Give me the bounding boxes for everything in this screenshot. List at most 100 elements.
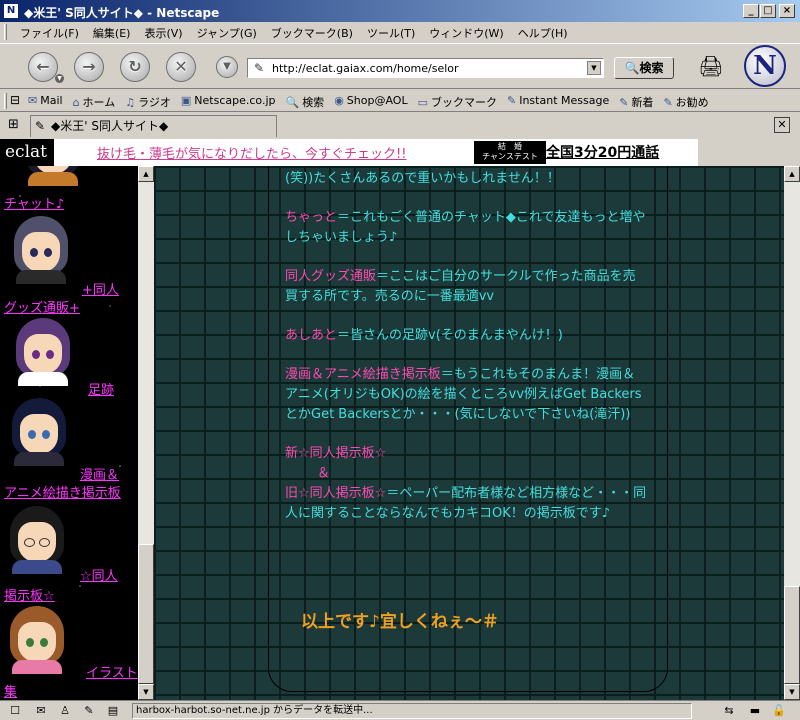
avatar-doujin-goods xyxy=(10,216,72,284)
menu-view[interactable]: 表示(V) xyxy=(144,25,182,41)
bookmark-instant-message[interactable]: ✎ Instant Message xyxy=(507,94,609,110)
bookmark-new[interactable]: ✎ 新着 xyxy=(619,94,653,110)
desc-footprints-title[interactable]: あしあと xyxy=(285,328,337,343)
avatar-doujin-board xyxy=(6,506,68,574)
desc-goods-title[interactable]: 同人グッズ通販 xyxy=(285,269,376,284)
netscape-app-icon[interactable]: N xyxy=(3,3,19,19)
desc-footprints: あしあと＝皆さんの足跡v(そのまんまやんけ！) xyxy=(285,326,647,346)
desc-new-board-title[interactable]: 新☆同人掲示板☆ xyxy=(285,446,386,461)
scroll-down-button[interactable]: ▼ xyxy=(138,684,154,700)
toolbar-grip[interactable] xyxy=(4,93,7,109)
left-link-board-2[interactable]: 掲示板☆ xyxy=(4,585,55,604)
lock-icon[interactable]: 🔓 xyxy=(770,704,788,718)
back-history-dropdown[interactable]: ▼ xyxy=(55,74,64,83)
magnifier-icon: 🔍 xyxy=(624,61,640,75)
sidebar-toggle-icon[interactable]: ⊟ xyxy=(10,93,20,107)
content-box: (笑))たくさんあるので重いかもしれません！！ ちゃっと＝これもごく普通のチャッ… xyxy=(268,166,668,692)
left-link-illust-1[interactable]: イラスト xyxy=(86,662,138,681)
desc-manga-title[interactable]: 漫画＆アニメ絵描き掲示板 xyxy=(285,367,441,382)
close-button[interactable]: × xyxy=(779,4,795,18)
toolbar-grip[interactable] xyxy=(4,24,7,40)
ad-link[interactable]: 抜け毛・薄毛が気になりだしたら、今すぐチェック!! xyxy=(97,143,406,162)
left-link-footprints[interactable]: 足跡 xyxy=(88,379,114,398)
tab-label: ◆米王' S同人サイト◆ xyxy=(51,119,169,133)
new-tab-icon[interactable]: ⊞ xyxy=(8,117,19,132)
bookmark-netscape[interactable]: ▣ Netscape.co.jp xyxy=(181,94,276,110)
online-status-icon[interactable]: ▬ xyxy=(746,704,764,718)
avatar-illust xyxy=(6,606,68,674)
menu-file[interactable]: ファイル(F) xyxy=(20,25,79,41)
scroll-up-button[interactable]: ▲ xyxy=(138,166,154,182)
desc-chat-body: ＝これもごく普通のチャット◆これで友達もっと増やしちゃいましょう♪ xyxy=(285,210,646,245)
menu-bookmarks[interactable]: ブックマーク(B) xyxy=(271,25,353,41)
menu-window[interactable]: ウィンドウ(W) xyxy=(429,25,503,41)
menu-edit[interactable]: 編集(E) xyxy=(93,25,131,41)
scroll-up-button[interactable]: ▲ xyxy=(784,166,800,182)
scroll-down-button[interactable]: ▼ xyxy=(784,684,800,700)
page-icon: ✎ xyxy=(35,119,46,133)
scroll-thumb[interactable] xyxy=(138,544,154,684)
tel-ad-link[interactable]: 全国3分20円通話 xyxy=(546,142,659,162)
left-link-chat[interactable]: チャット♪ xyxy=(4,193,64,212)
bookmark-mail[interactable]: ✉ Mail xyxy=(28,94,63,110)
reload-button[interactable]: ↻ xyxy=(120,52,150,82)
bookmark-recommend[interactable]: ✎ お勧め xyxy=(663,94,708,110)
security-icon[interactable]: ☐ xyxy=(6,704,24,718)
scroll-thumb[interactable] xyxy=(784,586,800,684)
main-frame-scrollbar[interactable]: ▲ ▼ xyxy=(784,166,800,700)
maximize-button[interactable]: □ xyxy=(760,4,776,18)
print-icon[interactable]: 🖨 xyxy=(697,54,725,78)
left-link-manga-2[interactable]: アニメ絵描き掲示板 xyxy=(4,482,121,501)
left-nav-frame: チャット♪ +同人 グッズ通販+ 足跡 漫画＆ アニメ絵描き掲示板 ☆同人 掲示… xyxy=(0,166,154,700)
bookmark-search[interactable]: 🔍 検索 xyxy=(285,94,324,110)
eclat-logo[interactable]: eclat xyxy=(0,139,54,166)
netscape-logo[interactable]: N xyxy=(744,45,786,87)
menu-help[interactable]: ヘルプ(H) xyxy=(518,25,568,41)
url-bar[interactable]: ✎ http://eclat.gaiax.com/home/selor ▼ xyxy=(247,58,604,78)
close-tab-button[interactable]: ✕ xyxy=(774,117,790,133)
mail-icon[interactable]: ✉ xyxy=(32,704,50,718)
desc-old-board-title[interactable]: 旧☆同人掲示板☆ xyxy=(285,486,386,501)
url-dropdown-button[interactable]: ▼ xyxy=(587,61,601,75)
left-link-manga-1[interactable]: 漫画＆ xyxy=(80,464,119,483)
tab-current[interactable]: ✎ ◆米王' S同人サイト◆ xyxy=(30,115,277,137)
left-link-goods-1[interactable]: +同人 xyxy=(82,279,119,298)
left-link-illust-2[interactable]: 集 xyxy=(4,681,17,700)
desc-chat: ちゃっと＝これもごく普通のチャット◆これで友達もっと増やしちゃいましょう♪ xyxy=(285,208,647,248)
bookmark-folder[interactable]: ▭ ブックマーク xyxy=(418,94,497,110)
main-content-frame: (笑))たくさんあるので重いかもしれません！！ ちゃっと＝これもごく普通のチャッ… xyxy=(154,166,784,700)
composer-icon[interactable]: ✎ xyxy=(80,704,98,718)
desc-manga-board: 漫画＆アニメ絵描き掲示板＝もうこれもそのまんま！漫画＆アニメ(オリジもOK)の絵… xyxy=(285,365,647,425)
minimize-button[interactable]: _ xyxy=(743,4,759,18)
page-icon: ✎ xyxy=(254,61,265,75)
bookmark-radio[interactable]: ♫ ラジオ xyxy=(125,94,171,110)
menu-bar: ファイル(F) 編集(E) 表示(V) ジャンプ(G) ブックマーク(B) ツー… xyxy=(0,22,800,42)
marriage-test-badge[interactable]: 結 婚 チャンステスト xyxy=(474,141,546,164)
stop-button[interactable]: ✕ xyxy=(166,52,196,82)
desc-footprints-body: ＝皆さんの足跡v(そのまんまやんけ！) xyxy=(337,328,563,343)
aol-icon: ◉ xyxy=(334,94,344,107)
left-frame-scrollbar[interactable]: ▲ ▼ xyxy=(138,166,154,700)
address-book-icon[interactable]: ▤ xyxy=(104,704,122,718)
forward-button[interactable]: → xyxy=(74,52,104,82)
menu-tools[interactable]: ツール(T) xyxy=(367,25,415,41)
back-button[interactable]: ← xyxy=(28,52,58,82)
title-bar: N ◆米王' S同人サイト◆ - Netscape _ □ × xyxy=(0,0,800,22)
left-link-board-1[interactable]: ☆同人 xyxy=(80,565,118,584)
home-icon: ⌂ xyxy=(72,96,80,109)
chevron-down-icon: ▼ xyxy=(223,61,231,72)
content-text: (笑))たくさんあるので重いかもしれません！！ ちゃっと＝これもごく普通のチャッ… xyxy=(285,169,647,543)
connection-icon[interactable]: ⇆ xyxy=(720,704,738,718)
bookmark-shop[interactable]: ◉ Shop@AOL xyxy=(334,94,407,110)
bookmark-home[interactable]: ⌂ ホーム xyxy=(73,94,116,110)
desc-chat-title[interactable]: ちゃっと xyxy=(285,210,337,225)
search-button[interactable]: 🔍検索 xyxy=(614,57,674,79)
url-history-button[interactable]: ▼ xyxy=(216,56,238,78)
aim-icon[interactable]: ♙ xyxy=(56,704,74,718)
url-text[interactable]: http://eclat.gaiax.com/home/selor xyxy=(272,62,459,75)
status-message: harbox-harbot.so-net.ne.jp からデータを転送中... xyxy=(132,703,692,719)
menu-go[interactable]: ジャンプ(G) xyxy=(197,25,257,41)
link-icon: ✎ xyxy=(507,94,517,107)
link-icon: ✎ xyxy=(663,96,673,109)
left-link-goods-2[interactable]: グッズ通販+ xyxy=(4,297,80,316)
